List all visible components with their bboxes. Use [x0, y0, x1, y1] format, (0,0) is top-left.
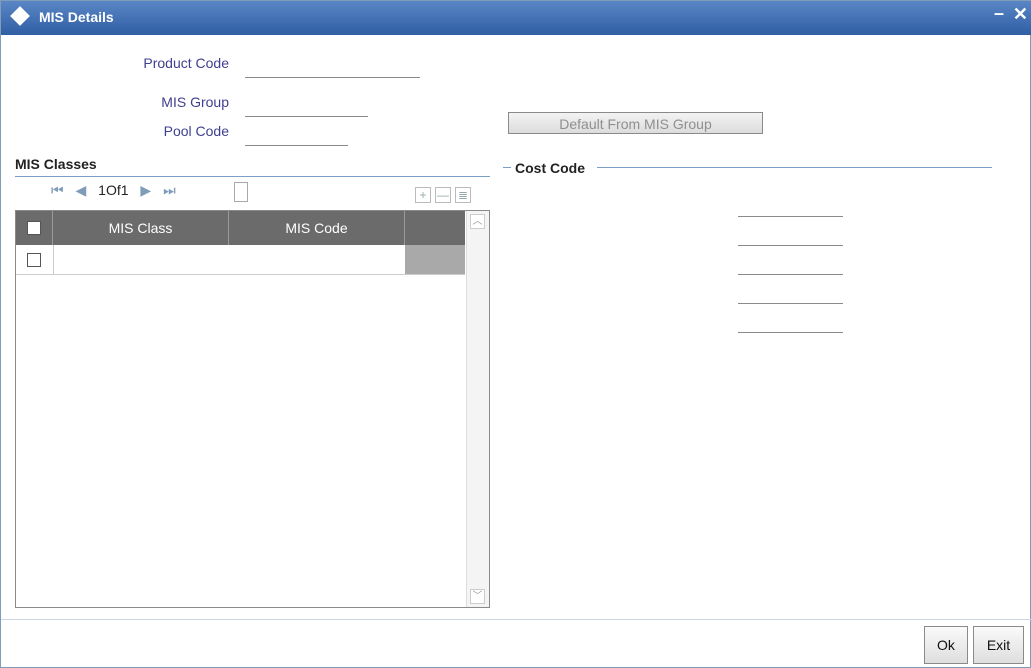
pager: ⏮ ◀ 1Of1 ▶ ⏭ — [51, 182, 184, 202]
column-mis-class[interactable]: MIS Class — [53, 211, 229, 245]
minimize-button[interactable]: – — [994, 3, 1004, 24]
prev-page-icon[interactable]: ◀ — [76, 182, 87, 199]
cost-code-divider-right — [597, 167, 992, 168]
scroll-up-icon[interactable]: ︿ — [470, 214, 485, 229]
cost-code-input-1[interactable] — [738, 196, 843, 217]
grid-scrollbar[interactable]: ︿ ﹀ — [466, 211, 489, 607]
row-action-cell — [405, 245, 465, 274]
product-code-label: Product Code — [143, 55, 229, 71]
column-mis-code[interactable]: MIS Code — [229, 211, 405, 245]
add-row-icon[interactable]: + — [415, 187, 431, 203]
title-bar[interactable]: MIS Details – ✕ — [1, 1, 1031, 35]
header-checkbox-cell — [16, 211, 53, 245]
close-button[interactable]: ✕ — [1013, 4, 1028, 25]
window-diamond-icon — [10, 6, 30, 26]
cost-code-input-2[interactable] — [738, 225, 843, 246]
ok-button[interactable]: Ok — [924, 626, 968, 664]
grid-header: MIS Class MIS Code — [16, 211, 465, 245]
first-page-icon[interactable]: ⏮ — [51, 182, 64, 199]
mis-details-window: MIS Details – ✕ Product Code MIS Group P… — [0, 0, 1031, 668]
window-title: MIS Details — [39, 9, 114, 25]
delete-row-icon[interactable]: — — [435, 187, 451, 203]
select-all-checkbox[interactable] — [27, 221, 41, 235]
table-row[interactable] — [16, 245, 465, 275]
scroll-down-icon[interactable]: ﹀ — [470, 589, 485, 604]
exit-button[interactable]: Exit — [973, 626, 1024, 664]
last-page-icon[interactable]: ⏭ — [163, 182, 176, 199]
cost-code-divider-left — [503, 167, 511, 168]
mis-classes-grid: MIS Class MIS Code ︿ ﹀ — [15, 210, 490, 608]
page-number-input[interactable] — [234, 182, 248, 202]
default-from-mis-group-button[interactable]: Default From MIS Group — [508, 112, 763, 134]
product-code-input[interactable] — [245, 57, 420, 78]
footer-divider — [1, 619, 1031, 620]
mis-classes-title: MIS Classes — [15, 156, 97, 172]
cost-code-input-5[interactable] — [738, 312, 843, 333]
mis-classes-divider — [15, 176, 490, 177]
cost-code-input-3[interactable] — [738, 254, 843, 275]
pool-code-input[interactable] — [245, 125, 348, 146]
pool-code-label: Pool Code — [163, 123, 229, 139]
row-divider — [53, 245, 54, 274]
mis-group-input[interactable] — [245, 96, 368, 117]
cost-code-input-4[interactable] — [738, 283, 843, 304]
mis-group-label: MIS Group — [161, 94, 229, 110]
cost-code-title: Cost Code — [515, 160, 585, 176]
page-count: 1Of1 — [98, 182, 129, 198]
view-rows-icon[interactable]: ≣ — [455, 187, 471, 203]
next-page-icon[interactable]: ▶ — [140, 182, 151, 199]
row-checkbox[interactable] — [27, 253, 41, 267]
